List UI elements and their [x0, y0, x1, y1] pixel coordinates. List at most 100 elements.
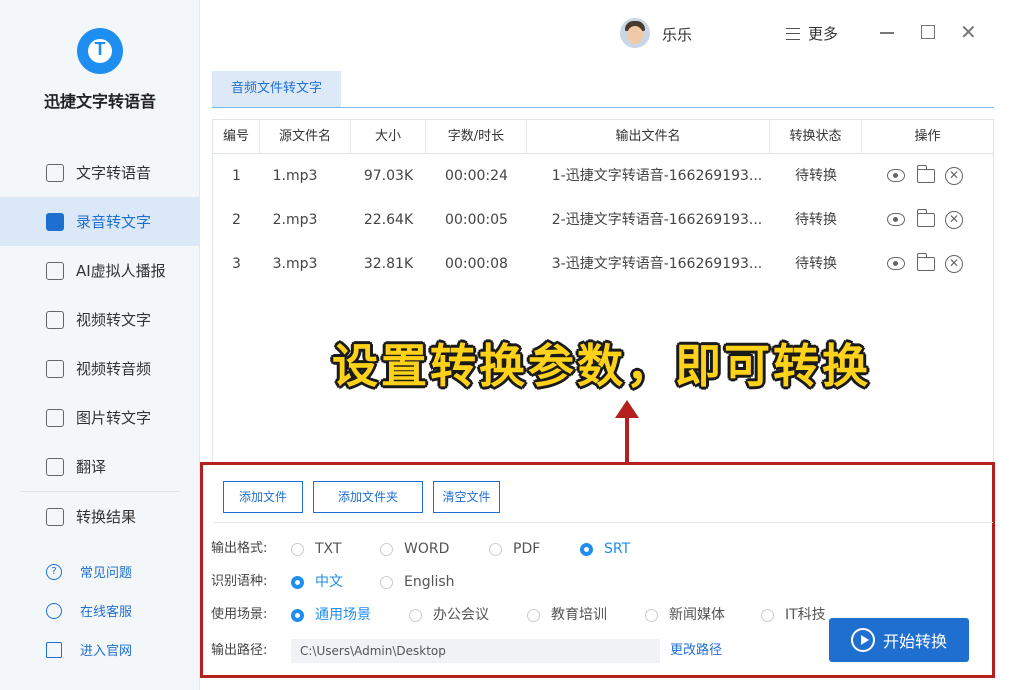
menu-icon — [786, 27, 800, 40]
scene-option-it[interactable]: IT科技 — [761, 603, 826, 627]
sidebar-item-label: 文字转语音 — [76, 164, 152, 182]
sidebar-item-text-to-speech[interactable]: 文字转语音 — [0, 148, 200, 197]
help-link-website[interactable]: 进入官网 — [0, 630, 200, 669]
option-label: 办公会议 — [433, 607, 489, 623]
cell-duration: 00:00:05 — [445, 212, 508, 228]
help-link-support[interactable]: 在线客服 — [0, 591, 200, 630]
cell-duration: 00:00:24 — [445, 168, 508, 184]
folder-icon[interactable] — [916, 209, 935, 227]
radio-icon — [409, 608, 422, 622]
monitor-icon — [46, 641, 62, 658]
sidebar-item-video-to-audio[interactable]: 视频转音频 — [0, 344, 200, 393]
file-table: 编号 源文件名 大小 字数/时长 输出文件名 转换状态 操作 1 1.mp3 9… — [212, 119, 994, 464]
scene-option-news[interactable]: 新闻媒体 — [645, 603, 725, 627]
help-links: ? 常见问题 在线客服 进入官网 — [0, 552, 200, 669]
sidebar-item-label: 转换结果 — [76, 508, 137, 526]
radio-selected-icon — [580, 542, 593, 556]
close-icon[interactable]: ✕ — [960, 22, 977, 42]
clear-files-button[interactable]: 清空文件 — [433, 481, 500, 513]
add-folder-button[interactable]: 添加文件夹 — [313, 481, 423, 513]
add-file-button[interactable]: 添加文件 — [223, 481, 303, 513]
folder-icon[interactable] — [916, 165, 935, 183]
cell-status: 待转换 — [795, 212, 837, 228]
text-to-speech-icon — [46, 163, 64, 182]
format-option-pdf[interactable]: PDF — [489, 537, 540, 561]
column-header-status: 转换状态 — [770, 120, 862, 154]
scene-option-general[interactable]: 通用场景 — [291, 603, 371, 627]
cell-duration: 00:00:08 — [445, 256, 508, 272]
sidebar-item-label: 视频转文字 — [76, 311, 152, 329]
avatar-face — [627, 26, 643, 44]
maximize-icon[interactable] — [921, 25, 935, 39]
format-label: 输出格式: — [211, 541, 268, 556]
cell-file: 3.mp3 — [272, 256, 318, 272]
format-option-srt[interactable]: SRT — [580, 537, 630, 561]
video-to-audio-icon — [46, 359, 64, 378]
translate-icon — [46, 457, 64, 476]
option-label: 中文 — [315, 574, 343, 590]
sidebar-item-results[interactable]: 转换结果 — [0, 492, 200, 541]
sidebar-item-ai-avatar[interactable]: AI虚拟人播报 — [0, 246, 200, 295]
cell-output: 3-迅捷文字转语音-166269193... — [551, 256, 763, 272]
table-row: 2 2.mp3 22.64K 00:00:05 2-迅捷文字转语音-166269… — [213, 198, 993, 242]
help-link-faq[interactable]: ? 常见问题 — [0, 552, 200, 591]
radio-icon — [489, 542, 502, 556]
radio-icon — [291, 542, 304, 556]
start-conversion-button[interactable]: 开始转换 — [829, 618, 969, 662]
preview-icon[interactable] — [887, 213, 905, 226]
folder-icon[interactable] — [916, 253, 935, 271]
sidebar-item-translate[interactable]: 翻译 — [0, 442, 200, 491]
more-menu-button[interactable]: 更多 — [786, 23, 838, 44]
annotation-arrow-line — [625, 410, 629, 462]
tab-audio-to-text[interactable]: 音频文件转文字 — [212, 71, 341, 107]
sidebar-item-audio-to-text[interactable]: 录音转文字 — [0, 197, 200, 246]
app-name: 迅捷文字转语音 — [43, 92, 156, 111]
cell-status: 待转换 — [795, 256, 837, 272]
scene-label: 使用场景: — [211, 607, 268, 622]
tab-bar: 音频文件转文字 — [212, 71, 994, 108]
language-option-chinese[interactable]: 中文 — [291, 570, 343, 594]
cell-size: 32.81K — [363, 256, 414, 272]
cell-status: 待转换 — [795, 168, 837, 184]
table-row: 3 3.mp3 32.81K 00:00:08 3-迅捷文字转语音-166269… — [213, 242, 993, 286]
delete-icon[interactable]: ✕ — [945, 255, 963, 273]
path-label: 输出路径: — [211, 643, 268, 658]
more-label: 更多 — [808, 25, 839, 43]
delete-icon[interactable]: ✕ — [945, 167, 963, 185]
sidebar-item-video-to-text[interactable]: 视频转文字 — [0, 295, 200, 344]
headset-icon — [46, 602, 62, 619]
format-option-word[interactable]: WORD — [380, 537, 449, 561]
cell-file: 2.mp3 — [272, 212, 318, 228]
settings-divider — [213, 522, 993, 523]
sidebar-item-image-to-text[interactable]: 图片转文字 — [0, 393, 200, 442]
column-header-size: 大小 — [351, 120, 426, 154]
question-icon: ? — [46, 563, 62, 580]
radio-selected-icon — [291, 575, 304, 589]
column-header-duration: 字数/时长 — [426, 120, 527, 154]
minimize-icon[interactable] — [880, 32, 894, 34]
preview-icon[interactable] — [887, 257, 905, 270]
avatar[interactable] — [620, 18, 650, 48]
table-row: 1 1.mp3 97.03K 00:00:24 1-迅捷文字转语音-166269… — [213, 154, 993, 198]
option-label: WORD — [404, 541, 450, 557]
scene-option-office[interactable]: 办公会议 — [409, 603, 489, 627]
cell-size: 22.64K — [363, 212, 414, 228]
language-option-english[interactable]: English — [380, 570, 455, 594]
output-path-field[interactable]: C:\Users\Admin\Desktop — [291, 639, 660, 663]
delete-icon[interactable]: ✕ — [945, 211, 963, 229]
radio-icon — [761, 608, 774, 622]
radio-icon — [645, 608, 658, 622]
sidebar-item-label: AI虚拟人播报 — [76, 262, 166, 280]
radio-selected-icon — [291, 608, 304, 622]
option-label: IT科技 — [785, 607, 826, 623]
option-label: 教育培训 — [551, 607, 607, 623]
scene-option-education[interactable]: 教育培训 — [527, 603, 607, 627]
username[interactable]: 乐乐 — [662, 24, 692, 45]
change-path-link[interactable]: 更改路径 — [670, 639, 722, 663]
radio-icon — [380, 575, 393, 589]
format-option-txt[interactable]: TXT — [291, 537, 341, 561]
video-to-text-icon — [46, 310, 64, 329]
column-header-source: 源文件名 — [260, 120, 351, 154]
sidebar-item-label: 翻译 — [76, 458, 107, 476]
preview-icon[interactable] — [887, 169, 905, 182]
